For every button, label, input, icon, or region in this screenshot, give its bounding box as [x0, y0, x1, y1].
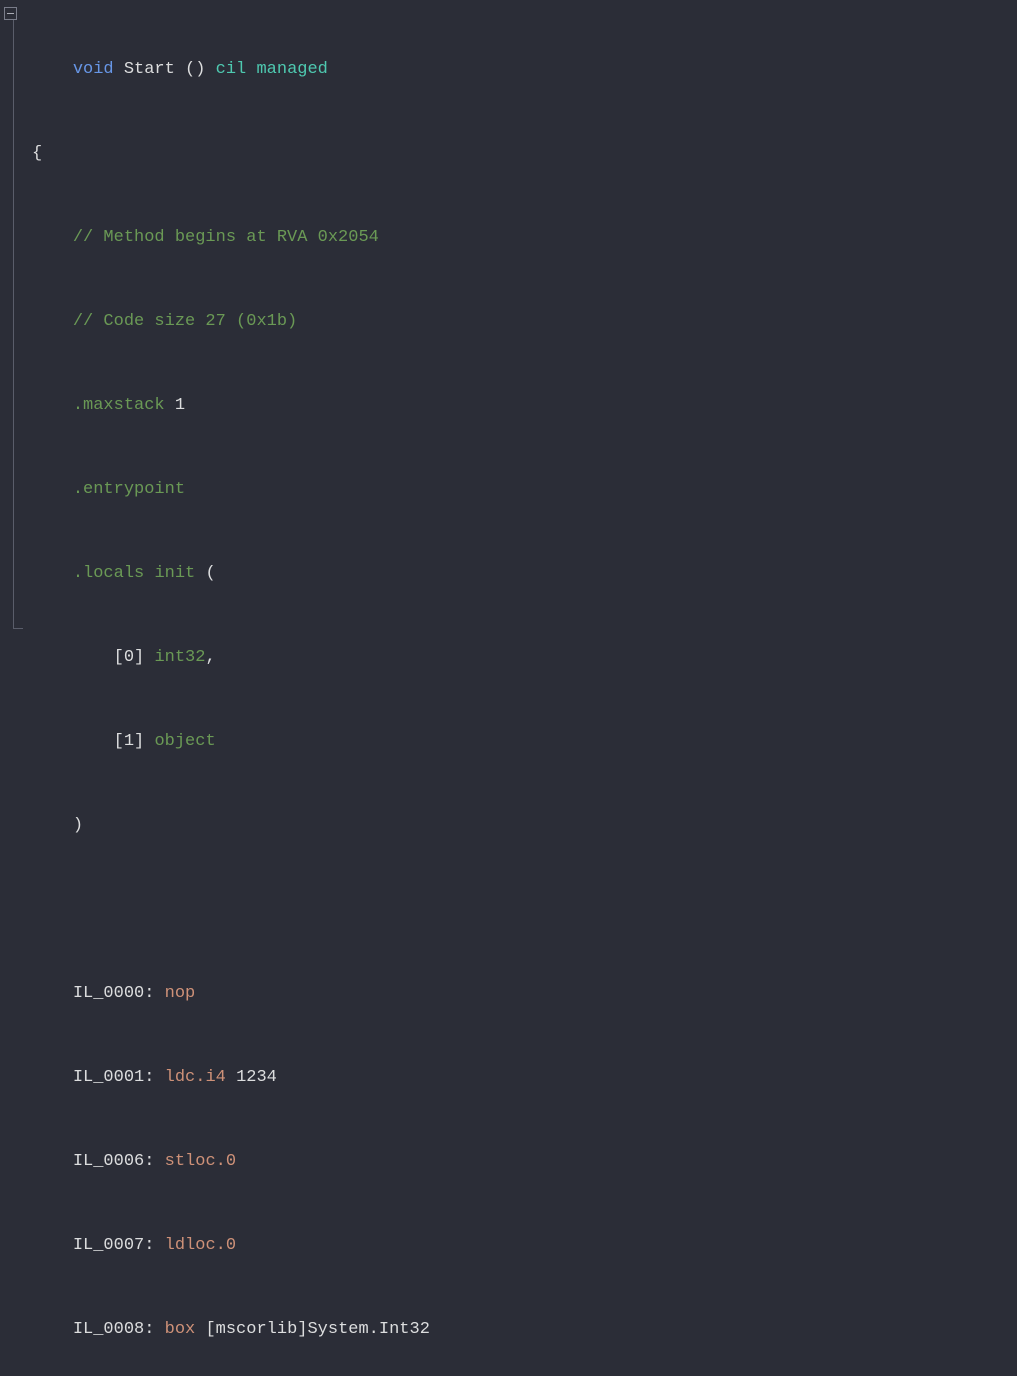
code-line: IL_0000: nop	[32, 980, 777, 1008]
code-line: IL_0007: ldloc.0	[32, 1232, 777, 1260]
code-line: IL_0008: box [mscorlib]System.Int32	[32, 1316, 777, 1344]
method-name: Start	[124, 60, 175, 79]
code-line: // Code size 27 (0x1b)	[32, 308, 777, 336]
code-line: [0] int32,	[32, 644, 777, 672]
paren-open: (	[205, 564, 215, 583]
comment: // Method begins at RVA 0x2054	[73, 228, 379, 247]
code-line: // Method begins at RVA 0x2054	[32, 224, 777, 252]
code-line: {	[32, 140, 777, 168]
keyword-cil: cil	[216, 60, 247, 79]
brace-open: {	[32, 144, 42, 163]
comma: ,	[205, 648, 215, 667]
local-index: [1]	[114, 732, 145, 751]
il-op: ldloc.0	[165, 1236, 236, 1255]
il-label: IL_0007:	[73, 1236, 155, 1255]
directive-maxstack: .maxstack	[73, 396, 165, 415]
type-int32: int32	[154, 648, 205, 667]
il-op: stloc.0	[165, 1152, 236, 1171]
paren-close: )	[73, 816, 83, 835]
il-label: IL_0000:	[73, 984, 155, 1003]
type-object: object	[154, 732, 215, 751]
code-line: )	[32, 812, 777, 840]
code-line: [1] object	[32, 728, 777, 756]
keyword-void: void	[73, 60, 114, 79]
code-line: void Start () cil managed	[32, 56, 777, 84]
comment: // Code size 27 (0x1b)	[73, 312, 297, 331]
code-line: .locals init (	[32, 560, 777, 588]
il-label: IL_0006:	[73, 1152, 155, 1171]
il-op: box	[165, 1320, 196, 1339]
il-label: IL_0008:	[73, 1320, 155, 1339]
fold-line	[13, 20, 14, 628]
gutter	[0, 0, 24, 1376]
code-line: .maxstack 1	[32, 392, 777, 420]
keyword-init: init	[154, 564, 195, 583]
code-line: IL_0001: ldc.i4 1234	[32, 1064, 777, 1092]
parens: ()	[185, 60, 205, 79]
code-line: IL_0006: stloc.0	[32, 1148, 777, 1176]
code-line	[32, 896, 777, 924]
directive-entrypoint: .entrypoint	[73, 480, 185, 499]
il-op: ldc.i4	[165, 1068, 226, 1087]
maxstack-value: 1	[175, 396, 185, 415]
il-op: nop	[165, 984, 196, 1003]
fold-toggle[interactable]	[4, 7, 17, 20]
code-area[interactable]: void Start () cil managed { // Method be…	[24, 0, 777, 1376]
code-editor: void Start () cil managed { // Method be…	[0, 0, 1017, 1376]
local-index: [0]	[114, 648, 145, 667]
il-label: IL_0001:	[73, 1068, 155, 1087]
keyword-managed: managed	[256, 60, 327, 79]
directive-locals: .locals	[73, 564, 144, 583]
il-arg: [mscorlib]System.Int32	[205, 1320, 429, 1339]
code-line: .entrypoint	[32, 476, 777, 504]
fold-end	[13, 628, 23, 629]
il-arg: 1234	[236, 1068, 277, 1087]
